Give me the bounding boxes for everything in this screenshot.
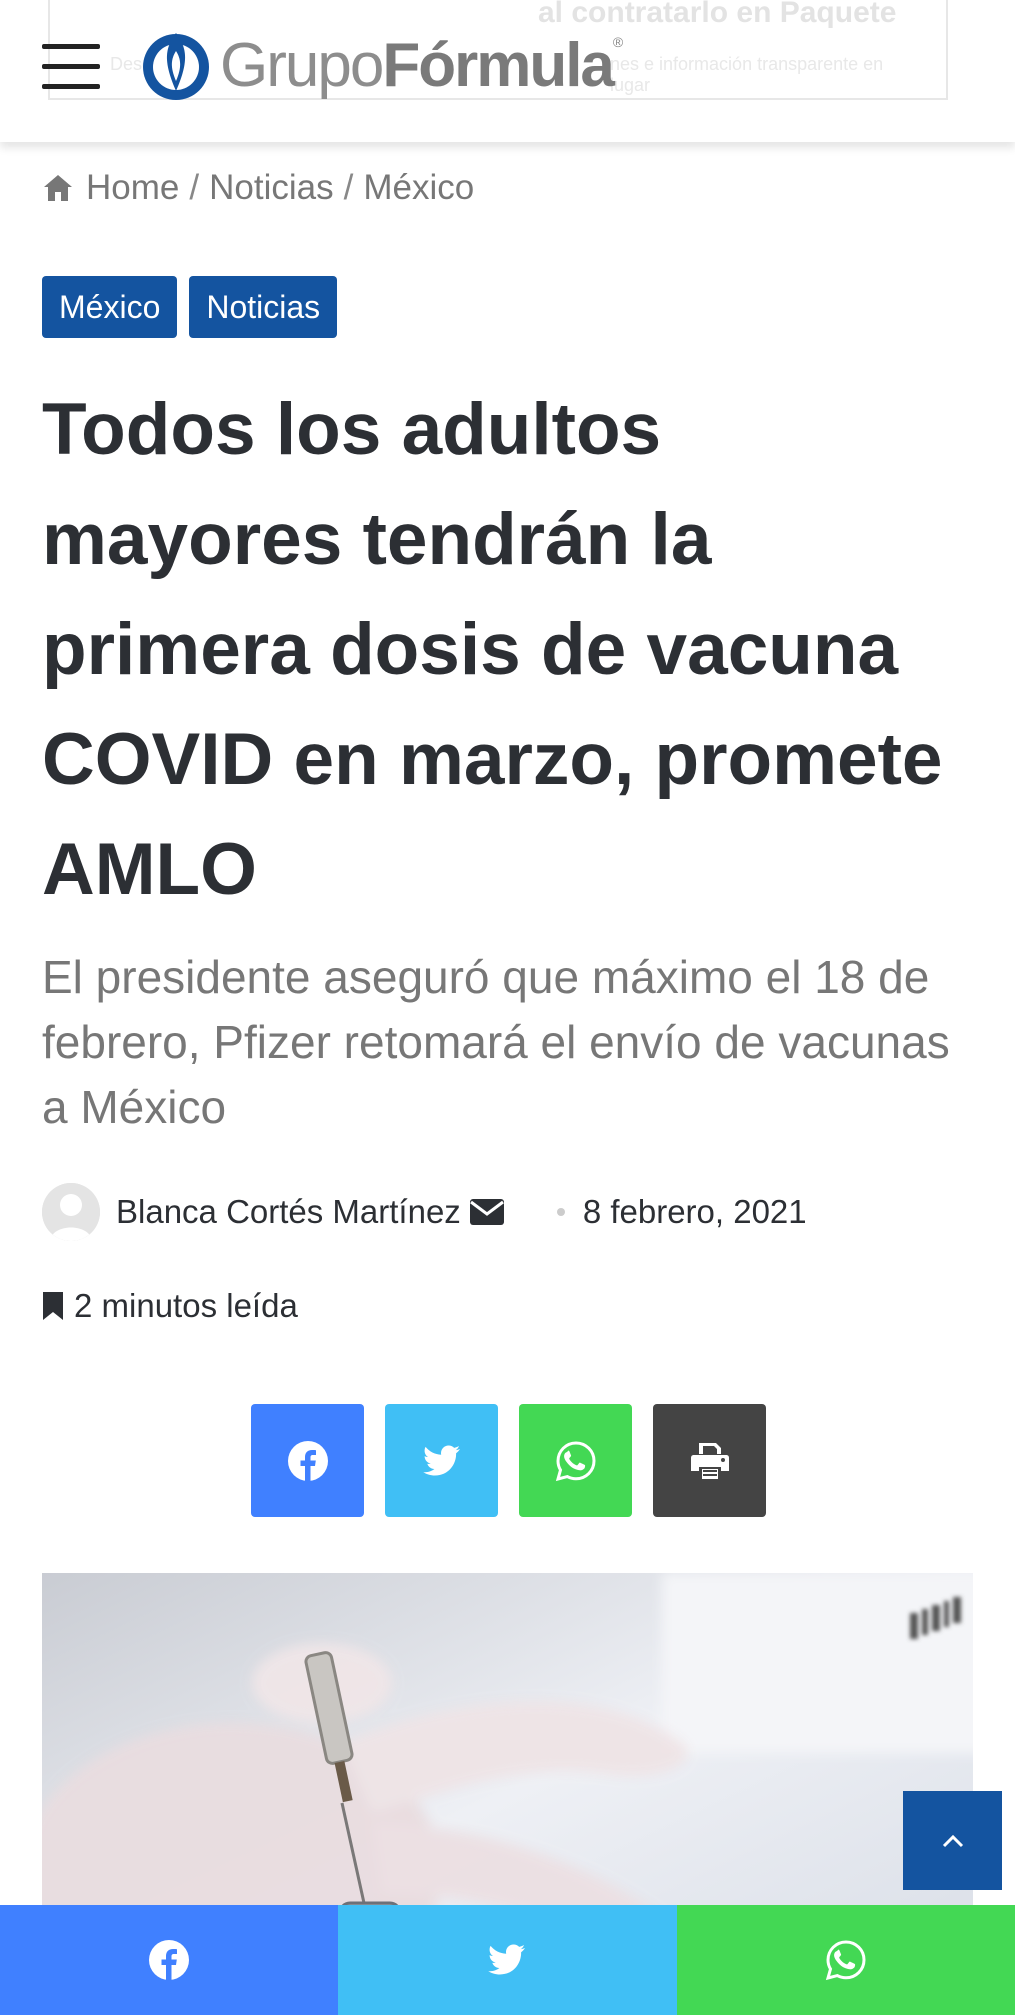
category-tags: México Noticias — [42, 276, 338, 338]
bookmark-icon — [43, 1292, 63, 1320]
menu-button[interactable] — [42, 44, 100, 90]
twitter-icon — [488, 1944, 526, 1975]
facebook-icon — [287, 1440, 328, 1481]
envelope-icon[interactable] — [469, 1198, 505, 1226]
tag-noticias[interactable]: Noticias — [189, 276, 338, 338]
article-title: Todos los adultos mayores tendrán la pri… — [42, 389, 943, 910]
share-facebook-button[interactable] — [251, 1404, 364, 1517]
share-buttons — [251, 1404, 766, 1517]
author-name[interactable]: Blanca Cortés Martínez — [116, 1193, 461, 1231]
printer-icon — [690, 1442, 729, 1479]
breadcrumb: Home / Noticias / México — [42, 168, 474, 208]
tag-mexico[interactable]: México — [42, 276, 178, 338]
home-icon — [44, 175, 72, 201]
user-icon — [42, 1183, 100, 1241]
meta-dot — [556, 1208, 565, 1216]
sticky-facebook-button[interactable] — [0, 1905, 339, 2015]
share-twitter-button[interactable] — [385, 1404, 498, 1517]
article-subtitle: El presidente aseguró que máximo el 18 d… — [42, 951, 950, 1133]
share-whatsapp-button[interactable] — [519, 1404, 632, 1517]
author-avatar[interactable] — [42, 1183, 100, 1241]
publish-date: 8 febrero, 2021 — [582, 1193, 807, 1230]
facebook-icon — [149, 1940, 190, 1980]
breadcrumb-current: México — [363, 168, 475, 207]
sticky-twitter-button[interactable] — [338, 1905, 677, 2015]
sticky-share-bar — [0, 1905, 1015, 2015]
back-to-top-button[interactable] — [903, 1791, 1002, 1890]
read-time: 2 minutos leída — [42, 1287, 298, 1325]
site-logo[interactable]: GrupoFórmula® — [140, 28, 623, 104]
hamburger-icon — [42, 44, 100, 49]
breadcrumb-separator: / — [189, 168, 200, 207]
sticky-whatsapp-button[interactable] — [676, 1905, 1015, 2015]
breadcrumb-noticias-link[interactable]: Noticias — [209, 168, 333, 208]
read-time-label: 2 minutos leída — [74, 1287, 298, 1324]
logo-wordmark: GrupoFórmula® — [220, 31, 623, 100]
site-header: al contratarlo en Paquete Descu nes e in… — [0, 0, 1015, 142]
breadcrumb-separator: / — [343, 168, 354, 207]
chevron-up-icon — [942, 1834, 963, 1847]
whatsapp-icon — [825, 1940, 866, 1981]
logo-mark-icon — [143, 33, 209, 100]
ad-text-right: nes e información transparente en lugar — [610, 54, 884, 95]
whatsapp-icon — [555, 1440, 596, 1481]
ad-title: al contratarlo en Paquete — [538, 0, 897, 29]
print-button[interactable] — [653, 1404, 766, 1517]
article-meta: Blanca Cortés Martínez 8 febrero, 2021 — [42, 1183, 807, 1241]
twitter-icon — [422, 1445, 460, 1475]
breadcrumb-home-link[interactable]: Home — [86, 168, 179, 208]
